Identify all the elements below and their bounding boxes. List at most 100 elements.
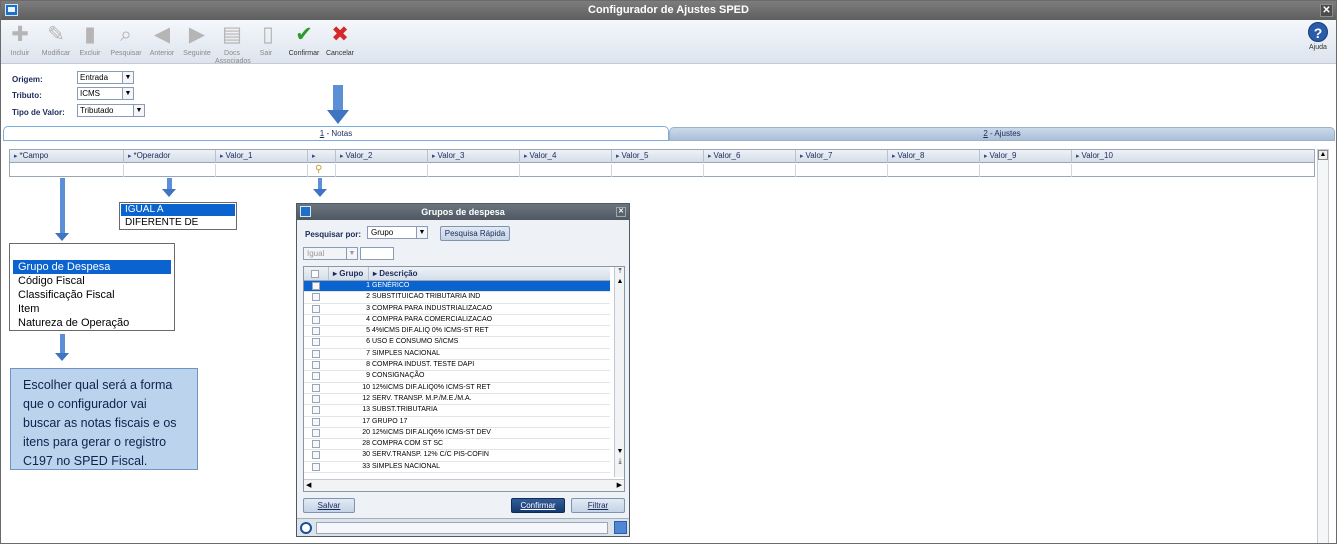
col-valor-10[interactable]: Valor_10 [1072,150,1314,163]
tab-notas[interactable]: 1 - Notas [3,126,669,141]
scroll-left-icon[interactable]: ◀ [306,481,311,489]
table-row[interactable]: 12 SERV. TRANSP. M.P./M.E./M.A. [304,394,610,406]
campo-option-classificacao-fiscal[interactable]: Classificação Fiscal [13,288,171,302]
table-row[interactable]: 30 SERV.TRANSP. 12% C/C PIS-COFIN [304,450,610,462]
tab-ajustes[interactable]: 2 - Ajustes [669,127,1335,141]
table-row[interactable]: 13 SUBST.TRIBUTARIA [304,405,610,417]
table-row[interactable]: 3 COMPRA PARA INDUSTRIALIZACAO [304,304,610,315]
campo-option-codigo-fiscal[interactable]: Código Fiscal [13,274,171,288]
lookup-search-icon[interactable]: ⚲ [315,164,322,175]
toolbar-modificar-button[interactable]: ✎ Modificar [37,22,75,58]
table-row[interactable]: 9 CONSIGNAÇÃO [304,371,610,383]
col-campo[interactable]: *Campo [10,150,124,163]
row-checkbox[interactable] [312,451,320,460]
filtrar-button[interactable]: Filtrar [571,498,625,513]
scroll-bottom-icon[interactable]: ⤓ [615,457,624,467]
scroll-top-icon[interactable]: ⤒ [615,267,624,277]
row-checkbox[interactable] [312,440,320,449]
row-checkbox[interactable] [312,428,320,437]
cell-valor-8[interactable] [888,164,980,177]
help-button[interactable]: ? Ajuda [1308,22,1328,51]
tipo-valor-select[interactable]: Tributado ▼ [77,104,145,117]
quick-search-button[interactable]: Pesquisa Rápida [440,226,510,241]
campo-option-natureza-operacao[interactable]: Natureza de Operação [13,316,171,330]
toolbar-cancelar-button[interactable]: ✖ Cancelar [323,22,357,58]
search-value-input[interactable] [360,247,394,260]
col-descricao[interactable]: ▸ Descrição [368,267,418,280]
col-valor-6[interactable]: Valor_6 [704,150,796,163]
cell-valor-1[interactable] [216,164,308,177]
row-checkbox[interactable] [312,417,320,426]
scroll-up-icon[interactable]: ▲ [615,277,624,287]
main-vertical-scrollbar[interactable]: ▲ [1317,149,1329,543]
toolbar-excluir-button[interactable]: ▮ Excluir [77,22,103,58]
cell-operador[interactable] [124,164,216,177]
scroll-down-icon[interactable]: ▼ [615,447,624,457]
table-row[interactable]: 28 COMPRA COM ST SC [304,439,610,451]
col-valor-7[interactable]: Valor_7 [796,150,888,163]
row-checkbox[interactable] [312,394,320,403]
row-checkbox[interactable] [312,315,320,324]
toolbar-docs-button[interactable]: ▤ Docs Associados [215,22,251,66]
table-row[interactable]: 33 SIMPLES NACIONAL [304,462,610,474]
col-grupo[interactable]: ▸ Grupo [328,267,368,280]
campo-option-blank[interactable] [13,244,171,260]
scroll-right-icon[interactable]: ▶ [617,481,622,489]
dialog-horizontal-scrollbar[interactable]: ◀ ▶ [304,479,624,491]
toolbar-confirmar-button[interactable]: ✔ Confirmar [287,22,321,58]
toolbar-sair-button[interactable]: ▯ Sair [255,22,277,58]
toolbar-pesquisar-button[interactable]: ⌕ Pesquisar [107,22,145,58]
col-operador[interactable]: *Operador [124,150,216,163]
col-valor-5[interactable]: Valor_5 [612,150,704,163]
cell-valor-4[interactable] [520,164,612,177]
close-icon[interactable]: ✕ [1320,4,1333,17]
table-row[interactable]: 1 GENÉRICO [304,281,610,293]
row-checkbox[interactable] [312,361,320,370]
confirmar-button[interactable]: Confirmar [511,498,565,513]
operador-option-igual[interactable]: IGUAL A [121,204,235,216]
toolbar-incluir-button[interactable]: ✚ Incluir [5,22,35,58]
table-row[interactable]: 17 GRUPO 17 [304,417,610,428]
cell-valor-7[interactable] [796,164,888,177]
row-checkbox[interactable] [312,406,320,415]
col-valor-8[interactable]: Valor_8 [888,150,980,163]
resize-icon[interactable] [614,521,627,534]
cell-valor-3[interactable] [428,164,520,177]
col-valor-9[interactable]: Valor_9 [980,150,1072,163]
cell-valor-9[interactable] [980,164,1072,177]
col-valor-1[interactable]: Valor_1 [216,150,308,163]
cell-valor-6[interactable] [704,164,796,177]
toolbar-seguinte-button[interactable]: ▶ Seguinte [181,22,213,58]
table-row[interactable]: 4 COMPRA PARA COMERCIALIZACAO [304,315,610,327]
close-icon[interactable]: ✕ [616,207,626,217]
row-checkbox[interactable] [312,304,320,313]
operator-select[interactable]: Igual ▼ [303,247,358,260]
table-row[interactable]: 20 12%ICMS DIF.ALIQ6% ICMS-ST DEV [304,428,610,440]
row-checkbox[interactable] [312,282,320,290]
search-by-select[interactable]: Grupo ▼ [367,226,428,239]
col-lookup[interactable] [308,150,336,163]
cell-valor-5[interactable] [612,164,704,177]
table-row[interactable]: 10 12%ICMS DIF.ALIQ0% ICMS-ST RET [304,383,610,394]
salvar-button[interactable]: Salvar [303,498,355,513]
table-row[interactable]: 6 USO E CONSUMO S/ICMS [304,337,610,349]
row-checkbox[interactable] [312,349,320,358]
cell-campo[interactable] [10,164,124,177]
campo-option-item[interactable]: Item [13,302,171,316]
scroll-up-icon[interactable]: ▲ [1318,150,1328,160]
campo-option-grupo-despesa[interactable]: Grupo de Despesa [13,260,171,274]
table-row[interactable]: 5 4%ICMS DIF.ALIQ 0% ICMS-ST RET [304,326,610,338]
toolbar-anterior-button[interactable]: ◀ Anterior [147,22,177,58]
col-valor-2[interactable]: Valor_2 [336,150,428,163]
tributo-select[interactable]: ICMS ▼ [77,87,134,100]
col-valor-4[interactable]: Valor_4 [520,150,612,163]
row-checkbox[interactable] [312,338,320,347]
table-row[interactable]: 7 SIMPLES NACIONAL [304,349,610,361]
row-checkbox[interactable] [312,327,320,336]
select-all-checkbox[interactable] [311,270,319,278]
row-checkbox[interactable] [312,372,320,381]
table-row[interactable]: 8 COMPRA INDUST. TESTE DAPI [304,360,610,372]
origem-select[interactable]: Entrada ▼ [77,71,134,84]
row-checkbox[interactable] [312,293,320,302]
table-row[interactable]: 2 SUBSTITUICAO TRIBUTARIA IND [304,292,610,304]
